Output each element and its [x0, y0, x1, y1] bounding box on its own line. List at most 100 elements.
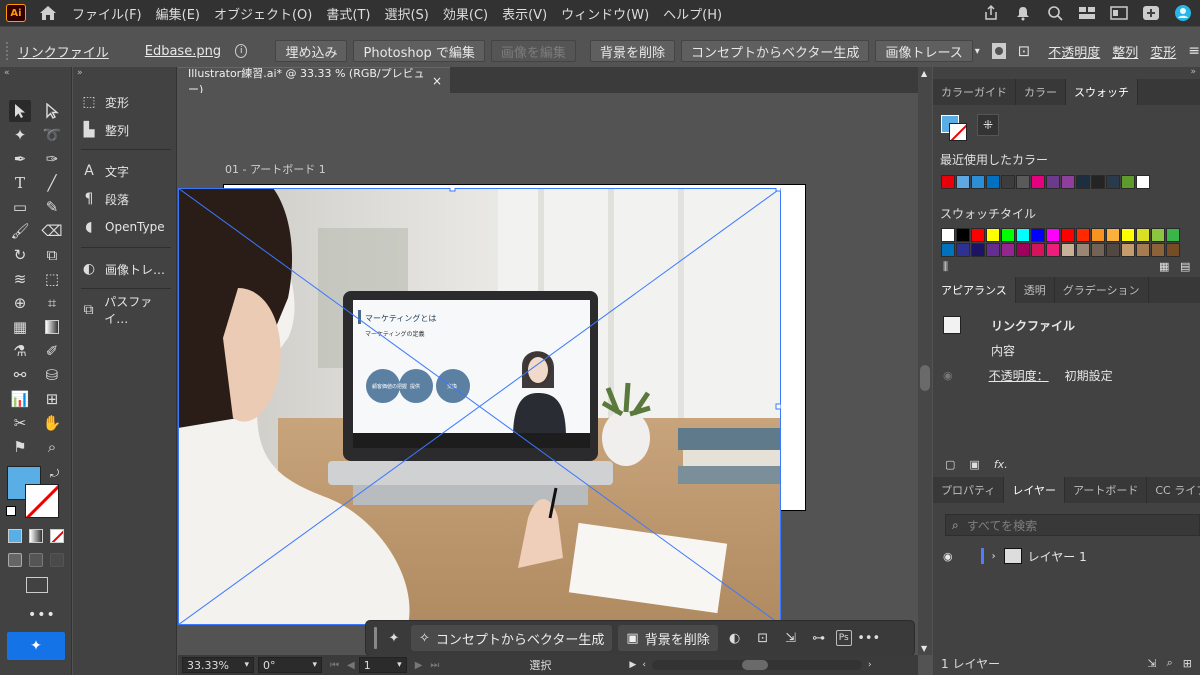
- embed-task-icon[interactable]: ⇲: [780, 627, 802, 649]
- image-trace-button[interactable]: 画像トレース: [875, 40, 973, 62]
- tab-color-guide[interactable]: カラーガイド: [933, 79, 1016, 105]
- shape-builder-tool-icon[interactable]: ⊕: [9, 292, 31, 314]
- color-swatch[interactable]: [1121, 228, 1135, 242]
- zoom-tool-icon[interactable]: ⌕: [41, 436, 63, 458]
- color-swatch[interactable]: [1106, 175, 1120, 189]
- last-artboard-icon[interactable]: ⏭: [430, 660, 439, 671]
- color-swatch[interactable]: [1001, 243, 1015, 257]
- color-swatch[interactable]: [1061, 243, 1075, 257]
- embed-button[interactable]: 埋め込み: [275, 40, 348, 62]
- color-swatch[interactable]: [971, 175, 985, 189]
- generative-icon[interactable]: ✦: [383, 627, 405, 649]
- curvature-tool-icon[interactable]: ✑: [41, 148, 63, 170]
- rectangle-tool-icon[interactable]: ▭: [9, 196, 31, 218]
- color-swatch[interactable]: [1061, 228, 1075, 242]
- type-tool-icon[interactable]: T: [9, 172, 31, 194]
- scroll-up-icon[interactable]: ▲: [921, 69, 927, 78]
- menu-help[interactable]: ヘルプ(H): [663, 4, 722, 23]
- color-swatch[interactable]: [1016, 243, 1030, 257]
- appearance-object-row[interactable]: リンクファイル: [939, 313, 1197, 337]
- paintbrush-tool-icon[interactable]: 🖌: [9, 220, 31, 242]
- tab-appearance[interactable]: アピアランス: [933, 277, 1016, 303]
- swatch-list-view-icon[interactable]: ▤: [1180, 260, 1190, 273]
- color-swatch[interactable]: [1061, 175, 1075, 189]
- generative-button[interactable]: ✦: [7, 632, 65, 660]
- color-swatch[interactable]: [1136, 228, 1150, 242]
- layers-search-input[interactable]: ⌕ すべてを検索: [945, 514, 1200, 536]
- scroll-right-icon[interactable]: ›: [868, 660, 872, 670]
- mask-icon[interactable]: [991, 43, 1006, 59]
- color-swatch[interactable]: [956, 243, 970, 257]
- add-fill-icon[interactable]: ▣: [969, 458, 979, 471]
- workspace-switcher-icon[interactable]: [1078, 4, 1096, 22]
- color-swatch[interactable]: [971, 228, 985, 242]
- color-swatch[interactable]: [1031, 243, 1045, 257]
- menu-select[interactable]: 選択(S): [384, 4, 428, 23]
- tab-layers[interactable]: レイヤー: [1004, 477, 1066, 503]
- creative-cloud-icon[interactable]: [1142, 4, 1160, 22]
- search-icon[interactable]: [1046, 4, 1064, 22]
- notification-bell-icon[interactable]: [1014, 4, 1032, 22]
- color-swatch[interactable]: [1001, 228, 1015, 242]
- layer-visibility-eye-icon[interactable]: ◉: [943, 550, 953, 563]
- rotation-field[interactable]: 0° ▾: [258, 657, 322, 673]
- edit-image-button[interactable]: 画像を編集: [490, 40, 576, 62]
- draw-behind-icon[interactable]: [29, 553, 43, 567]
- chevron-down-icon[interactable]: ▾: [975, 46, 980, 57]
- swatch-options-icon[interactable]: ⁜: [977, 114, 999, 136]
- color-swatch[interactable]: [1031, 175, 1045, 189]
- vertical-scrollbar[interactable]: ▲ ▼: [918, 67, 932, 655]
- swatch-library-icon[interactable]: ⫼: [943, 260, 948, 274]
- layer-row[interactable]: ◉ › レイヤー 1: [933, 545, 1200, 567]
- gradient-tool-icon[interactable]: [41, 316, 63, 338]
- linked-file-link[interactable]: リンクファイル: [18, 42, 109, 61]
- selection-bounding-box[interactable]: [178, 188, 781, 625]
- color-swatch[interactable]: [971, 243, 985, 257]
- opentype-panel-button[interactable]: ◖ OpenType: [81, 216, 173, 238]
- color-mode-icon[interactable]: [8, 529, 22, 543]
- artboard-tool-icon[interactable]: ⊞: [41, 388, 63, 410]
- new-layer-icon[interactable]: ⊞: [1183, 657, 1192, 670]
- color-swatch[interactable]: [1121, 243, 1135, 257]
- color-swatch[interactable]: [1046, 175, 1060, 189]
- draw-inside-icon[interactable]: [50, 553, 64, 567]
- opacity-link[interactable]: 不透明度: [1048, 42, 1100, 61]
- puppet-warp-tool-icon[interactable]: ⚑: [9, 436, 31, 458]
- eraser-tool-icon[interactable]: ⌫: [41, 220, 63, 242]
- crop-icon[interactable]: ⊡: [1018, 42, 1031, 60]
- color-swatch[interactable]: [1076, 243, 1090, 257]
- profile-avatar-icon[interactable]: [1174, 4, 1192, 22]
- warp-tool-icon[interactable]: ≋: [9, 268, 31, 290]
- color-swatch[interactable]: [1106, 243, 1120, 257]
- color-swatch[interactable]: [1136, 243, 1150, 257]
- add-effect-icon[interactable]: fx.: [994, 458, 1008, 471]
- remove-background-button[interactable]: 背景を削除: [589, 40, 675, 62]
- scale-tool-icon[interactable]: ⧉: [41, 244, 63, 266]
- direct-selection-tool-icon[interactable]: [41, 100, 63, 122]
- artboard-label[interactable]: 01 - アートボード 1: [225, 161, 326, 177]
- color-swatch[interactable]: [941, 175, 955, 189]
- color-swatch[interactable]: [1016, 175, 1030, 189]
- expand-panels-icon[interactable]: »: [77, 68, 83, 78]
- color-swatch[interactable]: [1091, 175, 1105, 189]
- concept-to-vector-button[interactable]: コンセプトからベクター生成: [680, 40, 870, 62]
- gradient-mode-icon[interactable]: [29, 529, 43, 543]
- home-icon[interactable]: [38, 3, 58, 23]
- scroll-down-icon[interactable]: ▼: [921, 644, 927, 653]
- color-swatch[interactable]: [986, 228, 1000, 242]
- symbol-sprayer-tool-icon[interactable]: ⛁: [41, 364, 63, 386]
- image-trace-panel-button[interactable]: ◐ 画像トレ…: [81, 258, 173, 280]
- zoom-field[interactable]: 33.33% ▾: [182, 657, 254, 673]
- color-swatch[interactable]: [1046, 243, 1060, 257]
- scroll-left-icon[interactable]: ‹: [642, 660, 646, 670]
- pen-tool-icon[interactable]: ✒: [9, 148, 31, 170]
- stroke-swatch[interactable]: [25, 484, 59, 518]
- color-swatch[interactable]: [1091, 228, 1105, 242]
- link-task-icon[interactable]: ⊶: [808, 627, 830, 649]
- control-bar-grip[interactable]: [6, 42, 10, 60]
- slice-tool-icon[interactable]: ✂: [9, 412, 31, 434]
- color-swatch[interactable]: [941, 243, 955, 257]
- character-panel-button[interactable]: A 文字: [81, 160, 173, 182]
- screen-mode-icon[interactable]: [26, 577, 48, 593]
- transform-link[interactable]: 変形: [1150, 42, 1176, 61]
